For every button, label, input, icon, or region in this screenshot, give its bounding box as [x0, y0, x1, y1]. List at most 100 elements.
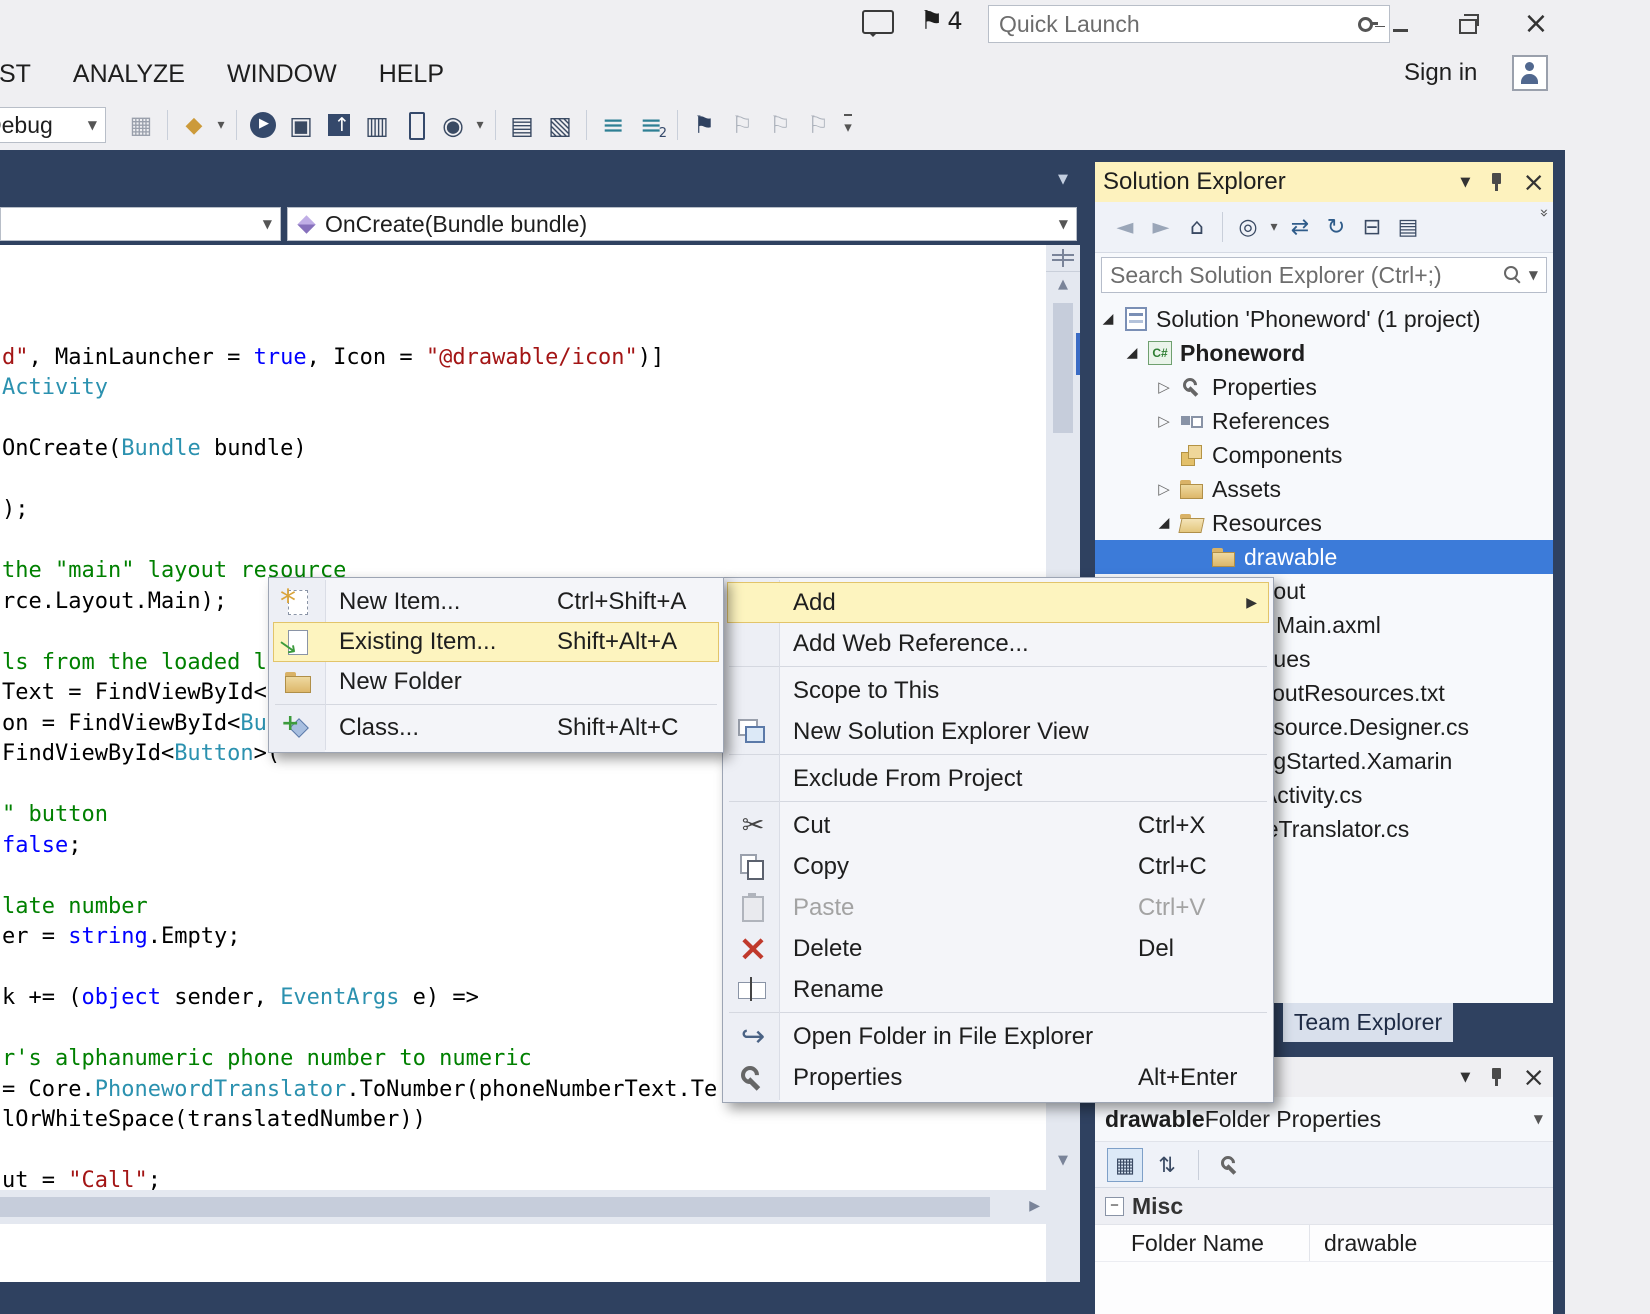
user-account-icon[interactable] [1512, 55, 1548, 91]
property-row-folder-name[interactable]: Folder Namedrawable [1095, 1225, 1553, 1262]
expander-collapsed-icon[interactable] [1151, 480, 1177, 498]
menuitem-scope-to-this[interactable]: Scope to This [727, 670, 1269, 711]
find-dropdown-icon[interactable] [213, 106, 229, 144]
tree-item-drawable[interactable]: drawable [1095, 540, 1553, 574]
previous-bookmark-icon[interactable] [723, 106, 761, 144]
frame-icon[interactable] [358, 106, 396, 144]
save-icon[interactable] [122, 106, 160, 144]
properties-pages-icon[interactable]: ▤ [1390, 215, 1426, 240]
publish-icon[interactable] [320, 106, 358, 144]
menu-window[interactable]: WINDOW [206, 60, 358, 89]
start-debug-icon[interactable] [244, 106, 282, 144]
editor-type-dropdown[interactable] [0, 207, 281, 241]
device-icon[interactable] [396, 106, 434, 144]
menu-analyze[interactable]: ANALYZE [52, 60, 206, 89]
navigate-forward-icon[interactable]: ► [1143, 215, 1179, 240]
property-value[interactable]: drawable [1310, 1225, 1553, 1261]
next-bookmark-icon[interactable] [761, 106, 799, 144]
notifications-flag[interactable]: ⚑ 4 [920, 6, 963, 36]
maximize-button[interactable] [1450, 6, 1486, 40]
editor-split-handle[interactable] [1046, 245, 1080, 272]
menuitem-new-folder[interactable]: New Folder [273, 662, 719, 702]
new-window-icon[interactable] [503, 106, 541, 144]
pin-icon[interactable] [1486, 1066, 1506, 1088]
tree-item-references[interactable]: References [1095, 404, 1553, 438]
tree-item-components[interactable]: Components [1095, 438, 1553, 472]
menuitem-open-folder-in-file-explorer[interactable]: Open Folder in File Explorer [727, 1016, 1269, 1057]
target-icon[interactable] [434, 106, 472, 144]
close-icon[interactable] [1522, 1062, 1545, 1093]
documents-icon[interactable] [541, 106, 579, 144]
menuitem-properties[interactable]: PropertiesAlt+Enter [727, 1057, 1269, 1098]
tree-item-assets[interactable]: Assets [1095, 472, 1553, 506]
menuitem-exclude-from-project[interactable]: Exclude From Project [727, 758, 1269, 799]
categorized-icon[interactable]: ▦ [1107, 1148, 1143, 1182]
menuitem-cut[interactable]: CutCtrl+X [727, 805, 1269, 846]
minimize-button[interactable] [1382, 6, 1418, 40]
home-icon[interactable]: ⌂ [1179, 215, 1215, 240]
expander-collapsed-icon[interactable] [1151, 412, 1177, 430]
menuitem-rename[interactable]: Rename [727, 969, 1269, 1010]
device-dropdown-icon[interactable] [472, 106, 488, 144]
tree-item-solution-phoneword-1-project[interactable]: Solution 'Phoneword' (1 project) [1095, 302, 1553, 336]
menuitem-new-item[interactable]: New Item...Ctrl+Shift+A [273, 582, 719, 622]
vertical-scroll-thumb[interactable] [1053, 303, 1073, 433]
property-pages-icon[interactable] [1212, 1148, 1248, 1182]
expander-expanded-icon[interactable] [1095, 311, 1121, 327]
editor-member-dropdown[interactable]: OnCreate(Bundle bundle) [287, 207, 1077, 241]
uncomment-icon[interactable] [632, 106, 670, 144]
menuitem-class[interactable]: Class...Shift+Alt+C [273, 708, 719, 748]
pin-icon[interactable] [1486, 171, 1506, 193]
toolbar-overflow-icon[interactable] [1535, 208, 1553, 217]
debug-configuration-dropdown[interactable]: Debug [0, 107, 106, 143]
menu-test[interactable]: TEST [0, 60, 52, 89]
comment-icon[interactable] [594, 106, 632, 144]
clear-bookmarks-icon[interactable] [799, 106, 837, 144]
collapse-icon[interactable] [1105, 1197, 1124, 1216]
refresh-icon[interactable]: ↻ [1318, 215, 1354, 240]
editor-tab-list-icon[interactable] [1058, 172, 1068, 187]
menuitem-new-solution-explorer-view[interactable]: New Solution Explorer View [727, 711, 1269, 752]
menuitem-add[interactable]: Add [727, 582, 1269, 623]
menuitem-copy[interactable]: CopyCtrl+C [727, 846, 1269, 887]
scroll-down-icon[interactable] [1046, 1153, 1080, 1168]
tree-item-resources[interactable]: Resources [1095, 506, 1553, 540]
menuitem-delete[interactable]: DeleteDel [727, 928, 1269, 969]
scroll-up-icon[interactable] [1046, 277, 1080, 292]
menuitem-paste[interactable]: PasteCtrl+V [727, 887, 1269, 928]
sign-in-link[interactable]: Sign in [1404, 59, 1477, 87]
close-button[interactable] [1518, 6, 1554, 40]
window-position-icon[interactable] [1460, 1070, 1470, 1085]
expander-collapsed-icon[interactable] [1151, 378, 1177, 396]
bookmark-icon[interactable] [685, 106, 723, 144]
expander-expanded-icon[interactable] [1119, 345, 1145, 361]
sync-with-active-document-icon[interactable]: ⇄ [1282, 215, 1318, 240]
search-input[interactable]: Search Solution Explorer (Ctrl+;) [1101, 257, 1547, 293]
window-position-icon[interactable] [1460, 175, 1470, 190]
tab-team-explorer[interactable]: Team Explorer [1283, 1003, 1453, 1042]
scope-dropdown-icon[interactable]: ▾ [1266, 219, 1282, 235]
toolbar-overflow-icon[interactable] [837, 106, 859, 144]
editor-horizontal-scrollbar[interactable] [0, 1190, 1046, 1224]
alphabetical-icon[interactable]: ⇅ [1149, 1148, 1185, 1182]
find-icon[interactable] [175, 106, 213, 144]
properties-object-dropdown[interactable]: drawable Folder Properties [1095, 1097, 1553, 1142]
feedback-icon[interactable] [862, 10, 894, 34]
scroll-right-icon[interactable] [1029, 1198, 1040, 1214]
quick-launch-input[interactable]: Quick Launch [988, 5, 1390, 43]
tree-item-properties[interactable]: Properties [1095, 370, 1553, 404]
expander-expanded-icon[interactable] [1151, 515, 1177, 531]
horizontal-scroll-thumb[interactable] [0, 1197, 990, 1217]
search-icon[interactable] [1501, 264, 1523, 286]
collapse-all-icon[interactable]: ⊟ [1354, 215, 1390, 240]
navigate-back-icon[interactable]: ◄ [1107, 215, 1143, 240]
search-options-icon[interactable] [1529, 268, 1538, 282]
close-icon[interactable] [1522, 167, 1545, 198]
scope-icon[interactable]: ◎ [1230, 215, 1266, 240]
menuitem-add-web-reference[interactable]: Add Web Reference... [727, 623, 1269, 664]
deploy-icon[interactable] [282, 106, 320, 144]
menuitem-existing-item[interactable]: Existing Item...Shift+Alt+A [273, 622, 719, 662]
tree-item-phoneword[interactable]: Phoneword [1095, 336, 1553, 370]
property-category-misc[interactable]: Misc [1095, 1188, 1553, 1225]
menu-help[interactable]: HELP [358, 60, 465, 89]
